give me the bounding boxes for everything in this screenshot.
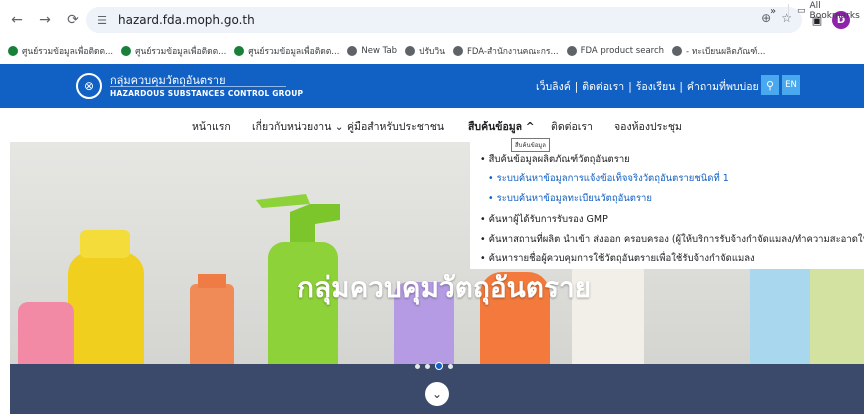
bookmark-label: FDA product search [580,46,665,56]
folder-icon: ▭ [797,6,806,16]
bookmark-item[interactable]: ปรับวิน [405,44,445,58]
all-bookmarks-label: All Bookmarks [809,1,860,21]
carousel-dot[interactable] [448,363,453,369]
bookmark-favicon-icon [8,46,18,56]
bookmark-favicon-icon [121,46,132,56]
bookmark-favicon-icon [453,46,464,56]
chevron-down-icon: ⌄ [334,121,344,133]
dropdown-subitem[interactable]: • ระบบค้นหาข้อมูลการแจ้งข้อเท็จจริงวัตถุ… [488,171,729,186]
dropdown-item[interactable]: • สืบค้นข้อมูลผลิตภัณฑ์วัตถุอันตราย [480,152,630,167]
carousel-dot[interactable] [415,363,420,369]
dropdown-item[interactable]: • ค้นหาสถานที่ผลิต นำเข้า ส่งออก ครอบครอ… [480,232,864,247]
nav-contact[interactable]: ติดต่อเรา [551,118,593,135]
carousel-dots [415,362,453,370]
link-contact[interactable]: ติดต่อเรา [582,78,624,95]
bookmark-item[interactable]: ศูนย์รวมข้อมูลเพื่อติดต... [8,44,113,58]
bookmark-label: ศูนย์รวมข้อมูลเพื่อติดต... [22,47,114,57]
bookmark-favicon-icon [405,46,416,56]
dropdown-item-label: ค้นหาผู้ได้รับการรับรอง GMP [488,214,608,225]
utility-links: เว็บลิงค์ | ติดต่อเรา | ร้องเรียน | คำถา… [536,78,759,95]
back-icon[interactable]: ← [6,9,28,31]
dropdown-item-label: ค้นหารายชื่อผู้ควบคุมการใช้วัตถุอันตรายเ… [488,253,755,264]
separator: | [574,80,579,93]
bookmark-label: ศูนย์รวมข้อมูลเพื่อติดต... [248,47,340,57]
bookmark-label: New Tab [361,46,398,56]
bookmark-item[interactable]: FDA product search [566,46,665,56]
dropdown-subitem-label: ระบบค้นหาข้อมูลทะเบียนวัตถุอันตราย [496,193,652,204]
nav-search-data-label: สืบค้นข้อมูล [468,121,523,133]
bookmark-item[interactable]: New Tab [347,46,397,56]
address-bar[interactable]: ☰ hazard.fda.moph.go.th ⊕ ☆ [86,7,802,33]
url-text[interactable]: hazard.fda.moph.go.th [118,13,255,27]
link-complaint[interactable]: ร้องเรียน [636,78,676,95]
nav-search-data[interactable]: สืบค้นข้อมูล ^ [468,118,535,135]
carousel-dot[interactable] [425,363,430,369]
bookmark-star-icon[interactable]: ☆ [781,11,792,25]
bookmark-label: - ทะเบียนผลิตภัณฑ์... [686,47,766,57]
bookmark-favicon-icon [566,46,577,56]
language-button[interactable]: EN [782,75,800,95]
link-faq[interactable]: คำถามที่พบบ่อย [687,78,759,95]
bookmark-favicon-icon [347,46,358,56]
nav-tooltip: สืบค้นข้อมูล [511,138,550,152]
separator: | [679,80,683,93]
brand-divider [110,86,286,87]
bookmark-item[interactable]: - ทะเบียนผลิตภัณฑ์... [672,44,765,58]
bookmark-item[interactable]: FDA-สำนักงานคณะกร... [453,44,559,58]
dropdown-item[interactable]: • ค้นหารายชื่อผู้ควบคุมการใช้วัตถุอันตรา… [480,251,755,266]
link-weblinks[interactable]: เว็บลิงค์ [536,78,571,95]
bookmark-favicon-icon [672,46,683,56]
main-nav: หน้าแรก เกี่ยวกับหน่วยงาน ⌄ คู่มือสำหรับ… [0,108,864,142]
site-header: ⊗ กลุ่มควบคุมวัตถุอันตราย HAZARDOUS SUBS… [0,64,864,108]
chevron-up-icon: ^ [525,121,535,133]
search-data-dropdown: • สืบค้นข้อมูลผลิตภัณฑ์วัตถุอันตราย • ระ… [470,142,864,269]
nav-manual[interactable]: คู่มือสำหรับประชาชน [347,118,444,135]
scroll-down-icon[interactable]: ⌄ [425,382,449,406]
dropdown-subitem-label: ระบบค้นหาข้อมูลการแจ้งข้อเท็จจริงวัตถุอั… [496,173,729,184]
bookmark-item[interactable]: ศูนย์รวมข้อมูลเพื่อติดต... [234,44,339,58]
bookmark-label: FDA-สำนักงานคณะกร... [467,47,559,57]
browser-window: ← → ⟳ ☰ hazard.fda.moph.go.th ⊕ ☆ ▣ D ศู… [0,0,864,414]
all-bookmarks-button[interactable]: ▭ All Bookmarks [797,0,864,22]
nav-about[interactable]: เกี่ยวกับหน่วยงาน ⌄ [252,118,344,135]
bookmarks-divider [788,4,789,18]
site-info-icon[interactable]: ☰ [94,12,110,28]
bookmarks-bar: ศูนย์รวมข้อมูลเพื่อติดต... ศูนย์รวมข้อมูล… [0,40,864,62]
search-icon[interactable]: ⚲ [761,75,779,95]
reload-icon[interactable]: ⟳ [62,9,84,31]
dropdown-subitem[interactable]: • ระบบค้นหาข้อมูลทะเบียนวัตถุอันตราย [488,191,652,206]
logo-icon[interactable]: ⊗ [76,73,102,99]
dropdown-item-label: สืบค้นข้อมูลผลิตภัณฑ์วัตถุอันตราย [488,154,630,165]
nav-about-label: เกี่ยวกับหน่วยงาน [252,121,332,133]
hero-title: กลุ่มควบคุมวัตถุอันตราย [297,271,592,304]
bookmark-favicon-icon [234,46,245,56]
forward-icon[interactable]: → [34,9,56,31]
bookmark-label: ศูนย์รวมข้อมูลเพื่อติดต... [135,47,227,57]
nav-booking[interactable]: จองห้องประชุม [614,118,682,135]
brand-subtitle: HAZARDOUS SUBSTANCES CONTROL GROUP [110,89,304,98]
dropdown-item[interactable]: • ค้นหาผู้ได้รับการรับรอง GMP [480,212,608,227]
carousel-dot-active[interactable] [435,362,443,370]
separator: | [628,80,632,93]
bookmark-item[interactable]: ศูนย์รวมข้อมูลเพื่อติดต... [121,44,226,58]
dropdown-item-label: ค้นหาสถานที่ผลิต นำเข้า ส่งออก ครอบครอง … [488,234,864,245]
bookmarks-overflow-button[interactable]: » [770,0,776,22]
bookmark-label: ปรับวิน [419,47,446,57]
nav-home[interactable]: หน้าแรก [192,118,231,135]
